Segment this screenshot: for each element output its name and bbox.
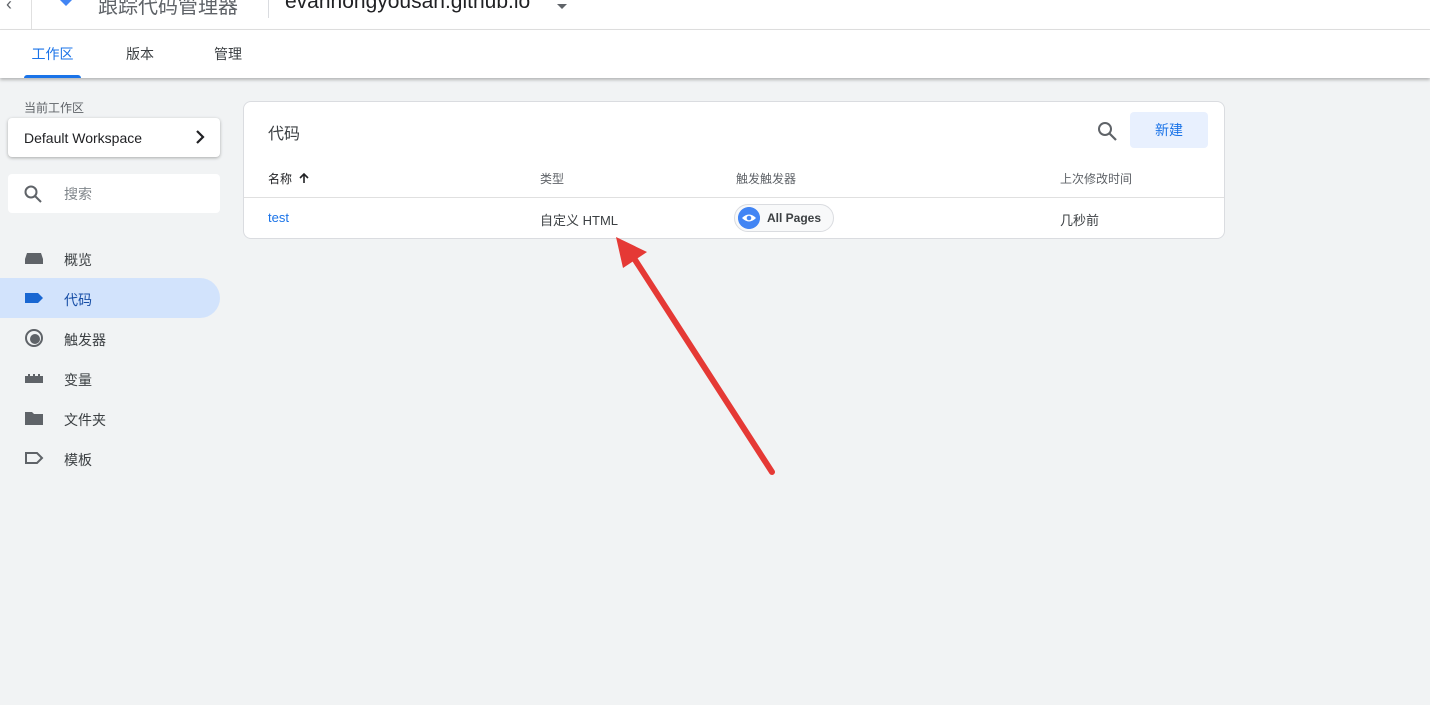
tab-workspace[interactable]: 工作区 [24, 30, 81, 78]
column-header-triggers[interactable]: 触发触发器 [736, 170, 796, 187]
template-icon [25, 452, 44, 464]
overview-icon [25, 253, 43, 264]
column-header-type[interactable]: 类型 [540, 170, 564, 187]
sidebar-item-triggers[interactable]: 触发器 [0, 318, 220, 358]
search-input[interactable] [64, 184, 204, 204]
chevron-right-icon [196, 130, 205, 144]
divider [268, 0, 269, 18]
folder-icon [25, 412, 43, 425]
eye-icon [738, 207, 760, 229]
column-header-modified[interactable]: 上次修改时间 [1060, 170, 1132, 187]
sidebar-item-label: 代码 [64, 292, 92, 308]
tags-card: 代码 新建 名称 类型 触发触发器 上次修改时间 test 自定义 HTML A… [243, 101, 1225, 239]
sidebar-item-variables[interactable]: 变量 [0, 358, 220, 398]
new-tag-button[interactable]: 新建 [1130, 112, 1208, 148]
workspace-label: 当前工作区 [24, 101, 85, 115]
arrow-up-icon [299, 172, 309, 183]
trigger-chip[interactable]: All Pages [734, 204, 835, 232]
table-row[interactable]: test 自定义 HTML All Pages 几秒前 [244, 198, 1224, 238]
trigger-icon [25, 329, 43, 347]
container-selector[interactable]: evanhongyousan.github.io [285, 0, 530, 14]
sidebar-item-folders[interactable]: 文件夹 [0, 398, 220, 438]
sidebar-item-label: 变量 [64, 372, 92, 388]
sidebar-item-label: 概览 [64, 252, 92, 268]
sidebar-item-label: 文件夹 [64, 412, 106, 428]
workspace-selector[interactable]: Default Workspace [8, 118, 220, 157]
tab-admin[interactable]: 管理 [206, 30, 250, 78]
sidebar-item-overview[interactable]: 概览 [0, 238, 220, 278]
sidebar-item-label: 触发器 [64, 332, 106, 348]
card-title: 代码 [268, 126, 301, 143]
chevron-left-icon[interactable]: ‹ [6, 0, 12, 15]
tag-modified: 几秒前 [1060, 213, 1100, 228]
sidebar-item-tags[interactable]: 代码 [0, 278, 220, 318]
column-header-name[interactable]: 名称 [268, 170, 310, 187]
variable-icon [25, 374, 43, 383]
caret-down-icon[interactable] [557, 4, 567, 9]
tag-type: 自定义 HTML [540, 213, 619, 228]
workspace-name: Default Workspace [24, 130, 143, 146]
tab-versions[interactable]: 版本 [118, 30, 162, 78]
divider [31, 0, 32, 29]
sidebar-item-label: 模板 [64, 452, 92, 468]
search-icon [24, 185, 42, 203]
gtm-diamond-icon [60, 0, 72, 6]
column-header-label: 名称 [268, 172, 293, 186]
trigger-chip-label: All Pages [767, 211, 822, 225]
sidebar-item-templates[interactable]: 模板 [0, 438, 220, 478]
product-name: 跟踪代码管理器 [98, 0, 238, 18]
tag-name-link[interactable]: test [268, 210, 289, 225]
sidebar-search [8, 174, 220, 213]
tab-bar: 工作区 版本 管理 [0, 30, 1430, 78]
search-icon[interactable] [1096, 120, 1118, 142]
tag-icon [25, 293, 43, 303]
top-app-bar: ‹ 跟踪代码管理器 evanhongyousan.github.io [0, 0, 1430, 30]
